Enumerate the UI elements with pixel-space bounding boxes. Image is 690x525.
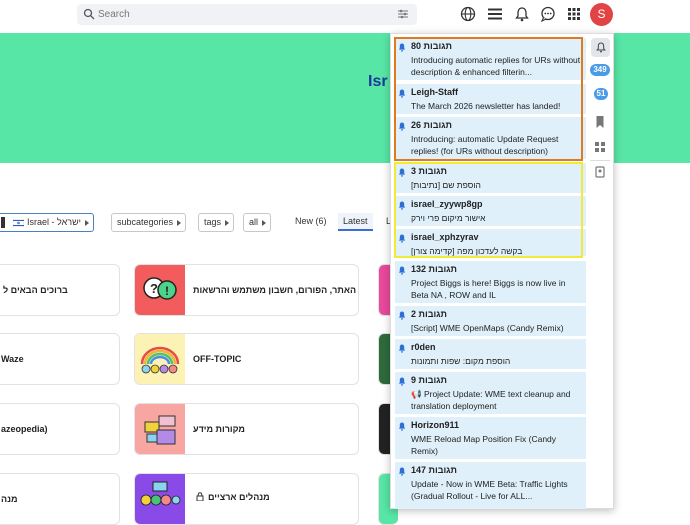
bell-icon[interactable] — [514, 6, 530, 22]
notification-body: הוספת מקום: שפות ותמונות — [411, 356, 511, 366]
grid-icon[interactable] — [592, 139, 608, 155]
notification-item[interactable]: r0den הוספת מקום: שפות ותמונות — [395, 339, 586, 369]
tags-dropdown[interactable]: tags — [198, 213, 235, 232]
notification-item[interactable]: תגובות 2 [Script] WME OpenMaps (Candy Re… — [395, 306, 586, 336]
bell-icon — [398, 377, 406, 386]
notification-item[interactable]: תגובות 132 Project Biggs is here! Biggs … — [395, 261, 586, 303]
lock-icon — [196, 492, 204, 501]
notification-body: Project Biggs is here! Biggs is now live… — [411, 278, 566, 300]
bell-icon — [398, 344, 406, 353]
highlight-frame-yellow — [394, 162, 583, 258]
bell-icon — [596, 42, 606, 53]
user-avatar[interactable]: S — [590, 3, 613, 26]
notification-title: r0den — [411, 342, 436, 352]
category-card[interactable]: Waze — [0, 333, 120, 385]
category-card[interactable]: מנה — [0, 473, 120, 525]
tab-new[interactable]: New (6) — [295, 216, 327, 226]
search-input[interactable]: Search — [77, 4, 417, 25]
user-profile-icon[interactable] — [592, 164, 608, 180]
caret-right-icon — [84, 220, 89, 226]
card-image — [135, 404, 185, 454]
caret-right-icon — [225, 220, 230, 226]
top-header: Search S — [0, 0, 690, 33]
tags-label: tags — [204, 217, 222, 227]
card-image: ?! — [135, 265, 185, 315]
category-label: Israel - ישראל — [27, 217, 81, 227]
team-icon — [140, 481, 181, 506]
bell-icon — [398, 311, 406, 320]
search-placeholder: Search — [98, 9, 130, 20]
sidebar-divider — [590, 160, 610, 161]
apps-grid-icon[interactable] — [566, 6, 582, 22]
card-title: מנהלים ארציים — [208, 492, 270, 502]
rainbow-icon — [140, 346, 180, 374]
svg-text:!: ! — [165, 284, 169, 298]
menu-icon[interactable] — [487, 6, 503, 22]
notification-title: תגובות 9 — [411, 375, 447, 385]
card-title: ברוכים הבאים ל — [3, 285, 68, 295]
globe-icon[interactable] — [460, 6, 476, 22]
israel-flag-icon — [13, 219, 24, 227]
category-card[interactable]: OFF-TOPIC — [134, 333, 359, 385]
caret-left-icon — [1, 217, 5, 228]
all-dropdown[interactable]: all — [243, 213, 272, 232]
replies-count-badge[interactable]: 349 — [590, 64, 610, 76]
question-exclamation-icon: ?! — [143, 277, 177, 300]
notification-item[interactable]: תגובות 147 Update - Now in WME Beta: Tra… — [395, 462, 586, 509]
notification-body: 📢 Project Update: WME text cleanup and t… — [411, 389, 571, 411]
card-image — [135, 474, 185, 524]
notification-item[interactable]: תגובות 9 📢 Project Update: WME text clea… — [395, 372, 586, 414]
category-card[interactable]: ?! האתר, הפורום, חשבון משתמש והרשאות — [134, 264, 359, 316]
search-filter-icon[interactable] — [397, 8, 409, 20]
notification-body: [Script] WME OpenMaps (Candy Remix) — [411, 323, 564, 333]
subcategories-dropdown[interactable]: subcategories — [111, 213, 187, 232]
card-title: Waze — [1, 354, 24, 364]
notification-body: Update - Now in WME Beta: Traffic Lights… — [411, 479, 568, 501]
notification-title: Horizon911 — [411, 420, 460, 430]
bell-icon — [398, 422, 406, 431]
messages-count-badge[interactable]: 51 — [594, 88, 608, 100]
notification-title: תגובות 147 — [411, 465, 457, 475]
sidebar-tab-all[interactable] — [591, 38, 610, 57]
card-title: מנה — [1, 494, 18, 504]
category-card[interactable]: azeopedia) — [0, 403, 120, 455]
category-card[interactable]: מקורות מידע — [134, 403, 359, 455]
category-card[interactable]: ברוכים הבאים ל — [0, 264, 120, 316]
bookmark-icon[interactable] — [592, 114, 608, 130]
notification-title: תגובות 132 — [411, 264, 457, 274]
caret-right-icon — [262, 220, 267, 226]
svg-text:?: ? — [150, 281, 158, 296]
all-label: all — [249, 217, 259, 227]
card-title: OFF-TOPIC — [193, 354, 242, 364]
card-title: azeopedia) — [1, 424, 48, 434]
notification-item[interactable]: Horizon911 WME Reload Map Position Fix (… — [395, 417, 586, 459]
card-title: מקורות מידע — [193, 424, 245, 434]
chat-icon[interactable] — [540, 6, 556, 22]
notification-title: תגובות 2 — [411, 309, 447, 319]
search-icon — [83, 8, 95, 20]
tab-latest[interactable]: Latest — [338, 213, 373, 231]
highlight-frame-orange — [394, 37, 583, 161]
category-card[interactable]: מנהלים ארציים — [134, 473, 359, 525]
bell-icon — [398, 266, 406, 275]
bell-icon — [398, 467, 406, 476]
card-title: האתר, הפורום, חשבון משתמש והרשאות — [193, 285, 357, 295]
notification-body: WME Reload Map Position Fix (Candy Remix… — [411, 434, 557, 456]
folders-icon — [144, 415, 176, 445]
notifications-sidebar: 349 51 — [588, 36, 612, 509]
caret-right-icon — [177, 220, 182, 226]
banner-title: Isr — [368, 73, 388, 90]
category-dropdown[interactable]: Israel - ישראל — [0, 213, 94, 232]
card-image — [135, 334, 185, 384]
subcategories-label: subcategories — [117, 217, 174, 227]
